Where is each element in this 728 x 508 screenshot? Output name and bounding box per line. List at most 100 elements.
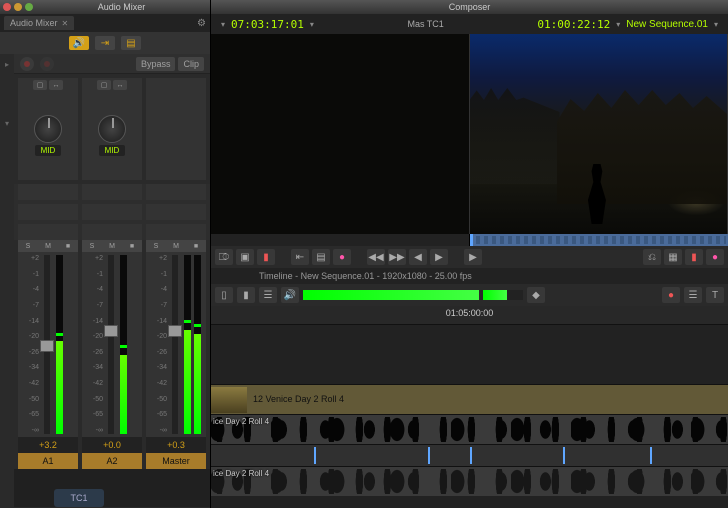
auto-button[interactable]: ■ — [58, 240, 78, 252]
segment-mode-button[interactable]: ▯ — [215, 287, 233, 303]
maximize-window-button[interactable] — [25, 3, 33, 11]
audio-waveform[interactable] — [211, 469, 728, 494]
solo-button[interactable]: S — [146, 240, 166, 252]
mixer-tabstrip: Audio Mixer ✕ ⚙ — [0, 14, 210, 32]
tab-audio-mixer[interactable]: Audio Mixer ✕ — [4, 16, 74, 30]
clear-marks-button[interactable]: ▤ — [312, 249, 330, 265]
fader-row: S M ■ +2-1-4-7-14-20-26-34-42-50-65-∞ — [14, 240, 210, 469]
channel-name[interactable]: Master — [146, 453, 206, 469]
dropdown-icon[interactable]: ▾ — [310, 20, 314, 29]
audio-aux-track[interactable] — [211, 444, 728, 466]
mixer-toolbar: 🔊 ⇥ ▤ — [0, 32, 210, 54]
record-arm-button[interactable] — [40, 57, 54, 71]
lift-button[interactable]: ▣ — [236, 249, 254, 265]
trim-button[interactable]: ⎌ — [643, 249, 661, 265]
segment-mode-button[interactable]: ▮ — [237, 287, 255, 303]
dropdown-icon[interactable]: ▾ — [616, 20, 620, 29]
link-selection-button[interactable]: ☰ — [259, 287, 277, 303]
sequence-name[interactable]: New Sequence.01 — [626, 19, 708, 30]
channel-name[interactable]: A2 — [82, 453, 142, 469]
sequence-dropdown-icon[interactable]: ▾ — [714, 20, 718, 29]
video-track-v1[interactable]: 12 Venice Day 2 Roll 4 — [211, 384, 728, 414]
list-view-button[interactable]: ☰ — [684, 287, 702, 303]
record-button[interactable]: ● — [662, 287, 680, 303]
expand-rail: ▸ ▾ — [0, 54, 14, 507]
add-locator-button[interactable]: ● — [333, 249, 351, 265]
fader-track[interactable] — [172, 255, 178, 434]
disclosure-icon[interactable]: ▾ — [5, 119, 9, 128]
pan-knob[interactable] — [98, 115, 126, 143]
channel-strip-a2: ▢ ↔ MID — [82, 78, 142, 180]
fader-track[interactable] — [44, 255, 50, 434]
clip-button[interactable]: Clip — [178, 57, 204, 71]
fader-handle[interactable] — [168, 325, 182, 337]
mute-button[interactable]: M — [102, 240, 122, 252]
group-button[interactable]: ▢ — [33, 80, 47, 90]
source-timecode[interactable]: 07:03:17:01 — [231, 18, 304, 31]
record-timecode[interactable]: 01:00:22:12 — [537, 18, 610, 31]
fader-handle[interactable] — [104, 325, 118, 337]
fader-a2: S M ■ +2-1-4-7-14-20-26-34-42-50-65-∞ — [82, 240, 142, 469]
fader-handle[interactable] — [40, 340, 54, 352]
meter-view-button[interactable]: ▤ — [121, 36, 141, 50]
step-forward-button[interactable]: ▶ — [430, 249, 448, 265]
link-button[interactable]: ↔ — [113, 80, 127, 90]
db-readout: +0.0 — [82, 437, 142, 453]
bin-tab-tc1[interactable]: TC1 — [54, 489, 104, 507]
speaker-icon: 🔊 — [73, 38, 85, 49]
video-clip-thumbnail[interactable] — [211, 387, 247, 413]
rewind-button[interactable]: ◀◀ — [367, 249, 385, 265]
extract-button[interactable]: ⎄ — [215, 249, 233, 265]
db-scale: +2-1-4-7-14-20-26-34-42-50-65-∞ — [85, 255, 105, 434]
overwrite-button[interactable]: ▮ — [257, 249, 275, 265]
solo-button[interactable]: S — [18, 240, 38, 252]
play-button[interactable]: ▶ — [464, 249, 482, 265]
timeline-ruler[interactable]: 01:05:00:00 — [211, 306, 728, 324]
text-tool-button[interactable]: T — [706, 287, 724, 303]
record-row: Bypass Clip — [14, 54, 210, 74]
master-tc-label[interactable]: Mas TC1 — [320, 19, 531, 29]
channel-name[interactable]: A1 — [18, 453, 78, 469]
fader-track[interactable] — [108, 255, 114, 434]
audio-scrub-button[interactable]: 🔊 — [281, 287, 299, 303]
panel-settings-icon[interactable]: ⚙ — [197, 18, 206, 29]
quick-transition-button[interactable]: ▮ — [685, 249, 703, 265]
audio-track-a1[interactable]: ice Day 2 Roll 4 — [211, 414, 728, 444]
link-button[interactable]: ↔ — [49, 80, 63, 90]
channel-strip-a1: ▢ ↔ MID — [18, 78, 78, 180]
add-keyframe-button[interactable]: ◆ — [527, 287, 545, 303]
close-tab-icon[interactable]: ✕ — [62, 19, 69, 28]
source-monitor[interactable] — [211, 34, 470, 234]
mute-button[interactable]: M — [166, 240, 186, 252]
group-button[interactable]: ▢ — [97, 80, 111, 90]
close-window-button[interactable] — [3, 3, 11, 11]
marker-button[interactable]: ● — [706, 249, 724, 265]
level-meter — [194, 255, 201, 434]
auto-button[interactable]: ■ — [122, 240, 142, 252]
ruler-timecode: 01:05:00:00 — [446, 308, 494, 318]
src-tc-dropdown-icon[interactable]: ▾ — [221, 20, 225, 29]
audio-waveform[interactable] — [211, 417, 728, 442]
pan-knob[interactable] — [34, 115, 62, 143]
speaker-toggle-button[interactable]: 🔊 — [69, 36, 89, 50]
composer-timeline-panel: Composer ▾ 07:03:17:01 ▾ Mas TC1 01:00:2… — [211, 0, 728, 508]
audio-track-a2[interactable]: ice Day 2 Roll 4 — [211, 466, 728, 496]
mono-toggle-button[interactable]: ⇥ — [95, 36, 115, 50]
mark-in-button[interactable]: ⇤ — [291, 249, 309, 265]
step-back-button[interactable]: ◀ — [409, 249, 427, 265]
fast-forward-button[interactable]: ▶▶ — [388, 249, 406, 265]
minimize-window-button[interactable] — [14, 3, 22, 11]
solo-button[interactable]: S — [82, 240, 102, 252]
position-bar[interactable] — [211, 234, 728, 246]
auto-button[interactable]: ■ — [186, 240, 206, 252]
fader-a1: S M ■ +2-1-4-7-14-20-26-34-42-50-65-∞ — [18, 240, 78, 469]
record-enable-button[interactable] — [20, 57, 34, 71]
segment-audio-display — [303, 289, 523, 301]
record-monitor[interactable] — [470, 34, 728, 234]
disclosure-icon[interactable]: ▸ — [5, 60, 9, 69]
effect-button[interactable]: ▦ — [664, 249, 682, 265]
track-spacer — [211, 324, 728, 384]
viewer-monitors — [211, 34, 728, 234]
mute-button[interactable]: M — [38, 240, 58, 252]
bypass-button[interactable]: Bypass — [136, 57, 176, 71]
